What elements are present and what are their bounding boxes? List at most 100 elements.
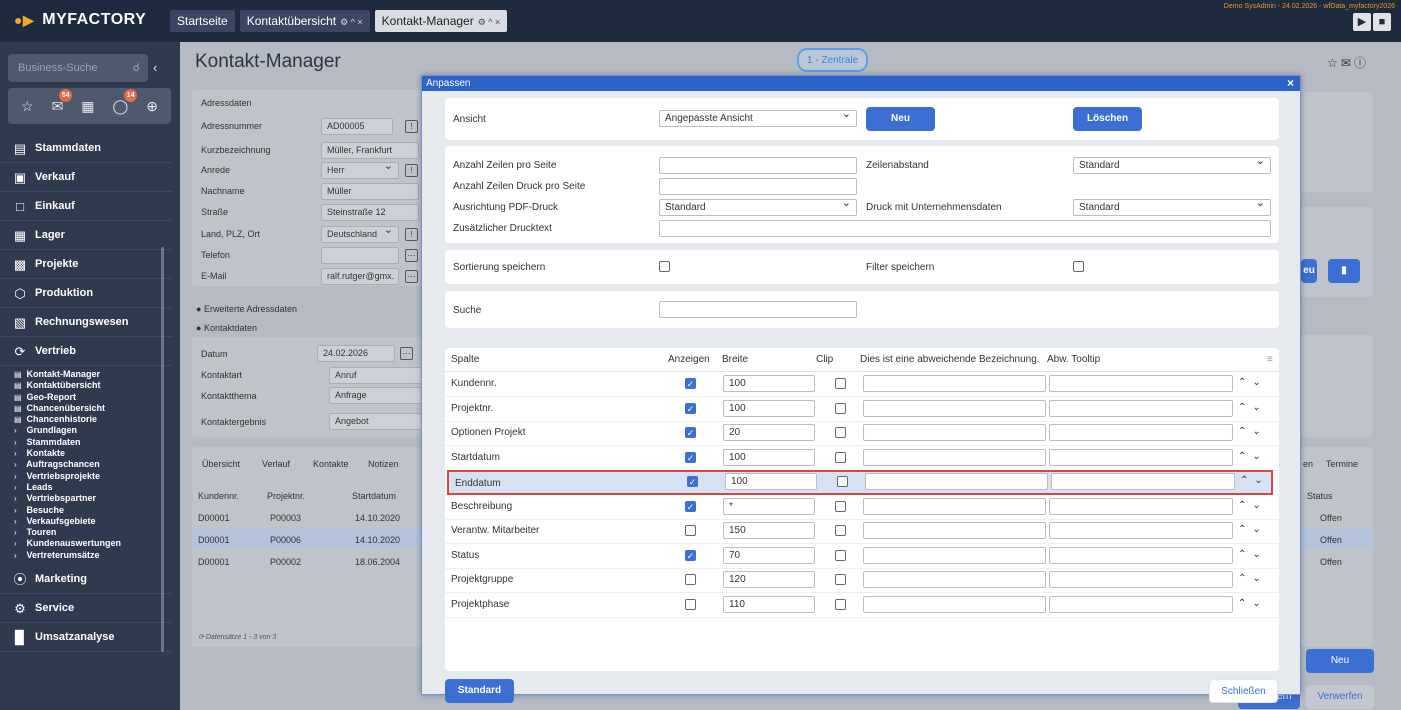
sidebar-sub-vertriebspartner[interactable]: › Vertriebspartner: [0, 493, 172, 504]
add-icon[interactable]: ⊕: [146, 98, 158, 115]
phone-icon[interactable]: ⋯: [405, 249, 418, 262]
col-status[interactable]: Status: [1307, 491, 1333, 501]
tab-controls-icon[interactable]: ⚙ ^ ×: [340, 17, 363, 27]
clip-checkbox[interactable]: [835, 451, 846, 463]
grid-row[interactable]: Projektgruppe 120 ⌃⌄: [445, 568, 1279, 593]
ansicht-select[interactable]: Angepasste Ansicht: [659, 107, 857, 127]
app-logo[interactable]: ●▶ MYFACTORY: [14, 11, 146, 29]
verwerfen-button[interactable]: Verwerfen: [1306, 685, 1374, 709]
clip-checkbox[interactable]: [835, 525, 846, 536]
move-up-down-icon[interactable]: ⌃⌄: [1238, 451, 1267, 462]
sidebar-sub-chancenuebersicht[interactable]: ▤ Chancenübersicht: [0, 403, 172, 414]
neu-view-button[interactable]: Neu: [866, 107, 935, 131]
adressnummer-field[interactable]: AD00005: [321, 118, 393, 135]
anzeigen-checkbox[interactable]: ✓: [685, 451, 696, 463]
menu-icon[interactable]: ≡: [1267, 354, 1273, 365]
move-up-down-icon[interactable]: ⌃⌄: [1238, 573, 1267, 584]
tab-notizen[interactable]: Notizen: [368, 459, 399, 469]
sidebar-sub-grundlagen[interactable]: › Grundlagen: [0, 425, 172, 436]
datum-field[interactable]: 24.02.2026: [317, 345, 395, 362]
zentrale-badge[interactable]: 1 - Zentrale: [797, 48, 869, 72]
grid-row[interactable]: Optionen Projekt ✓ 20 ⌃⌄: [445, 421, 1279, 446]
bezeichnung-input[interactable]: [865, 473, 1048, 490]
logo-small-icon[interactable]: ▶: [1353, 13, 1371, 31]
sidebar-sub-auftragschancen[interactable]: › Auftragschancen: [0, 459, 172, 470]
move-up-down-icon[interactable]: ⌃⌄: [1238, 549, 1267, 560]
filter-checkbox[interactable]: [1073, 261, 1084, 272]
bezeichnung-input[interactable]: [863, 497, 1046, 515]
sidebar-sub-stammdaten[interactable]: › Stammdaten: [0, 437, 172, 448]
business-search-input[interactable]: Business-Suche ☌: [8, 54, 148, 82]
anzeigen-checkbox[interactable]: [685, 574, 696, 585]
sidebar-sub-kontaktuebersicht[interactable]: ▤ Kontaktübersicht: [0, 380, 172, 391]
bezeichnung-input[interactable]: [863, 571, 1046, 588]
anzeigen-checkbox[interactable]: ✓: [685, 427, 696, 438]
right-clipboard-button[interactable]: ▮: [1328, 259, 1360, 283]
email-field[interactable]: ralf.rutger@gmx.: [321, 268, 399, 285]
sidebar-sub-kontakte[interactable]: › Kontakte: [0, 448, 172, 459]
breite-input[interactable]: 110: [723, 595, 815, 613]
grid-row[interactable]: Projektnr. ✓ 100 ⌃⌄: [445, 397, 1279, 422]
sidebar-scrollbar[interactable]: [161, 247, 164, 652]
sidebar-item-einkauf[interactable]: □ Einkauf: [0, 192, 172, 221]
tab-kontaktuebersicht[interactable]: Kontaktübersicht ⚙ ^ ×: [239, 10, 370, 32]
grid-row[interactable]: Projektphase 110 ⌃⌄: [445, 593, 1279, 618]
move-up-down-icon[interactable]: ⌃⌄: [1238, 402, 1267, 413]
clip-checkbox[interactable]: [835, 402, 846, 414]
breite-input[interactable]: 100: [723, 448, 815, 466]
tooltip-input[interactable]: [1049, 522, 1233, 539]
anzeigen-checkbox[interactable]: ✓: [685, 500, 696, 512]
sidebar-sub-geo-report[interactable]: ▤ Geo-Report: [0, 392, 172, 403]
neu-button[interactable]: Neu: [1306, 649, 1374, 673]
sidebar-item-produktion[interactable]: ⬡ Produktion: [0, 279, 172, 308]
grid-row[interactable]: Kundennr. ✓ 100 ⌃⌄: [445, 372, 1279, 397]
move-up-down-icon[interactable]: ⌃⌄: [1238, 598, 1267, 609]
sidebar-sub-kontakt-manager[interactable]: ▤ Kontakt-Manager: [0, 369, 172, 380]
nachname-field[interactable]: Müller: [321, 183, 419, 200]
bezeichnung-input[interactable]: [863, 522, 1046, 539]
tab-startseite[interactable]: Startseite: [170, 10, 235, 32]
star-icon[interactable]: ☆: [21, 98, 34, 115]
breite-input[interactable]: 120: [723, 571, 815, 588]
bezeichnung-input[interactable]: [863, 448, 1046, 466]
sidebar-item-stammdaten[interactable]: ▤ Stammdaten: [0, 134, 172, 163]
anzeigen-checkbox[interactable]: [685, 598, 696, 610]
bezeichnung-input[interactable]: [863, 375, 1046, 392]
move-up-down-icon[interactable]: ⌃⌄: [1240, 475, 1269, 486]
zeilen-druck-input[interactable]: [659, 178, 857, 195]
grid-row[interactable]: Beschreibung ✓ * ⌃⌄: [445, 495, 1279, 520]
right-action-button[interactable]: eu: [1301, 259, 1317, 283]
erweiterte-adressdaten-toggle[interactable]: ● Erweiterte Adressdaten: [196, 304, 297, 314]
move-up-down-icon[interactable]: ⌃⌄: [1238, 426, 1267, 437]
anzeigen-checkbox[interactable]: ✓: [685, 378, 696, 389]
ausrichtung-select[interactable]: Standard: [659, 196, 857, 216]
calendar-icon[interactable]: ⋯: [400, 347, 413, 360]
sidebar-sub-vertriebsprojekte[interactable]: › Vertriebsprojekte: [0, 471, 172, 482]
sidebar-sub-besuche[interactable]: › Besuche: [0, 505, 172, 516]
kontaktart-field[interactable]: Anruf: [329, 367, 422, 384]
sidebar-item-umsatzanalyse[interactable]: ▉ Umsatzanalyse: [0, 623, 172, 653]
grid-row[interactable]: Verantw. Mitarbeiter 150 ⌃⌄: [445, 519, 1279, 544]
tooltip-input[interactable]: [1049, 595, 1233, 613]
sidebar-sub-vertreterumsaetze[interactable]: › Vertreterumsätze: [0, 550, 172, 561]
breite-input[interactable]: 100: [723, 399, 815, 417]
sidebar-sub-chancenhistorie[interactable]: ▤ Chancenhistorie: [0, 414, 172, 425]
breite-input[interactable]: 70: [723, 546, 815, 564]
sidebar-item-lager[interactable]: ▦ Lager: [0, 221, 172, 250]
info-icon[interactable]: !: [405, 120, 418, 133]
close-icon[interactable]: ×: [1287, 76, 1294, 91]
mail-icon[interactable]: ✉: [1341, 56, 1354, 70]
clip-checkbox[interactable]: [835, 598, 846, 610]
tooltip-input[interactable]: [1049, 546, 1233, 564]
collapse-sidebar-icon[interactable]: ‹: [153, 60, 157, 75]
tab-uebersicht[interactable]: Übersicht: [202, 459, 240, 469]
tab-kontakt-manager[interactable]: Kontakt-Manager ⚙ ^ ×: [374, 10, 508, 32]
kontaktergebnis-field[interactable]: Angebot: [329, 413, 422, 430]
schliessen-button[interactable]: Schließen: [1209, 679, 1278, 703]
strasse-field[interactable]: Steinstraße 12: [321, 204, 419, 221]
bezeichnung-input[interactable]: [863, 424, 1046, 441]
zeilenabstand-select[interactable]: Standard: [1073, 154, 1271, 174]
anzeigen-checkbox[interactable]: [685, 525, 696, 536]
breite-input[interactable]: 20: [723, 424, 815, 441]
clip-checkbox[interactable]: [835, 500, 846, 512]
